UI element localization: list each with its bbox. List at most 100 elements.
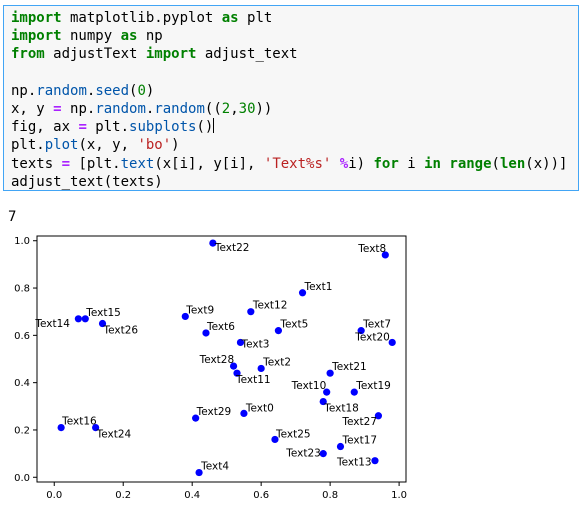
point-label: Text22 [214,242,250,254]
point-label: Text2 [262,356,291,368]
point-label: Text12 [252,300,288,312]
code-token: fig, ax [11,119,79,136]
code-line: np.random.seed(0) [11,82,567,100]
code-token: x, y [11,100,54,117]
code-token: plt. [86,119,130,136]
point-label: Text18 [323,403,359,415]
code-token: random [154,100,205,117]
code-token: % [339,155,349,172]
scatter-plot: 0.0 0.2 0.4 0.6 0.8 1.0 0.0 0.2 0.4 0.6 0.8 1.0 Tex… [14,235,407,501]
point-label: Text24 [96,429,132,441]
point-label: Text3 [240,338,269,350]
code-token: numpy [61,28,121,45]
code-token: plt [238,10,273,26]
point-label: Text15 [85,307,121,319]
point-label: Text29 [196,406,232,418]
code-token: adjustText [44,46,146,63]
x-tick-label: 0.0 [46,490,62,501]
code-token: adjust_text(texts) [11,173,163,190]
y-tick-label: 0.8 [14,284,30,295]
data-point [371,457,379,465]
code-token: random [36,82,87,99]
cell-output-text: 7 [8,209,17,225]
code-token: matplotlib.pyplot [61,10,222,26]
x-tick-label: 0.8 [322,490,338,501]
point-label: Text4 [200,461,229,473]
code-token: (x[i], y[i], [154,155,264,172]
code-token: 2 [221,100,231,117]
y-tick-label: 0.0 [14,473,30,484]
code-token: )) [255,100,273,117]
point-label: Text19 [355,380,391,392]
point-label: Text17 [341,435,377,447]
code-token: len [499,155,526,172]
code-token: adjust_text [196,46,298,63]
code-token: i) [348,155,374,172]
code-token: 'bo' [137,137,172,154]
x-tick-label: 0.6 [253,490,269,501]
point-label: Text14 [34,318,70,330]
code-token: (( [204,100,222,117]
code-token: ) [171,137,180,154]
point-labels: Text0 Text1 Text2 Text3 Text4 Text5 Text6 Text7… [34,242,391,472]
point-label: Text11 [235,374,271,386]
code-editor[interactable]: import matplotlib.pyplot as plt import nu… [11,9,567,191]
code-token: ( [491,155,500,172]
code-token: import [11,28,62,45]
x-tick-label: 0.2 [115,490,131,501]
code-token: () [196,119,214,136]
point-label: Text28 [199,354,235,366]
code-token: 'Text%s' [263,155,332,172]
point-label: Text0 [245,402,274,414]
code-token: seed [95,82,130,99]
code-token: [plt. [70,155,121,172]
y-tick-label: 0.2 [14,425,30,436]
code-token: = [78,119,87,136]
code-token: (x, y, [78,137,138,154]
point-label: Text6 [206,321,235,333]
point-label: Text21 [331,361,367,373]
point-label: Text23 [285,448,321,460]
code-line: import matplotlib.pyplot as plt [11,9,567,27]
point-label: Text10 [291,380,327,392]
data-point [74,315,82,323]
code-cell[interactable]: import matplotlib.pyplot as plt import nu… [3,5,579,191]
code-token: range [449,155,492,172]
code-token: plt. [11,137,45,154]
y-tick-label: 1.0 [14,236,30,247]
point-label: Text20 [354,331,390,343]
code-line: plt.plot(x, y, 'bo') [11,136,567,154]
code-token: = [53,100,62,117]
code-token: texts [11,155,62,172]
code-token: random [95,100,146,117]
x-tick-label: 0.4 [184,490,200,501]
code-token: for [373,155,399,172]
code-token: 30 [238,100,256,117]
code-line: import numpy as np [11,27,567,45]
code-token: np. [61,100,96,117]
point-label: Text16 [61,416,97,428]
code-line: fig, ax = plt.subplots() [11,118,567,136]
code-line: texts = [plt.text(x[i], y[i], 'Text%s' %… [11,155,567,173]
point-label: Text9 [185,304,214,316]
text-cursor [213,118,215,134]
code-token: (x))] [525,155,568,172]
y-tick-label: 0.4 [14,378,30,389]
code-token: np. [11,82,37,99]
code-token: import [11,10,62,26]
code-line: from adjustText import adjust_text [11,45,567,63]
code-token: from [11,46,45,63]
point-label: Text13 [336,457,372,469]
point-label: Text5 [279,319,308,331]
code-token: as [120,28,138,45]
code-line: adjust_text(texts) [11,173,567,191]
code-token: in [424,155,441,172]
code-token: = [61,155,71,172]
point-label: Text27 [341,416,377,428]
code-token: import [145,46,197,63]
point-label: Text25 [275,428,311,440]
point-label: Text8 [357,243,386,255]
point-label: Text1 [304,281,333,293]
